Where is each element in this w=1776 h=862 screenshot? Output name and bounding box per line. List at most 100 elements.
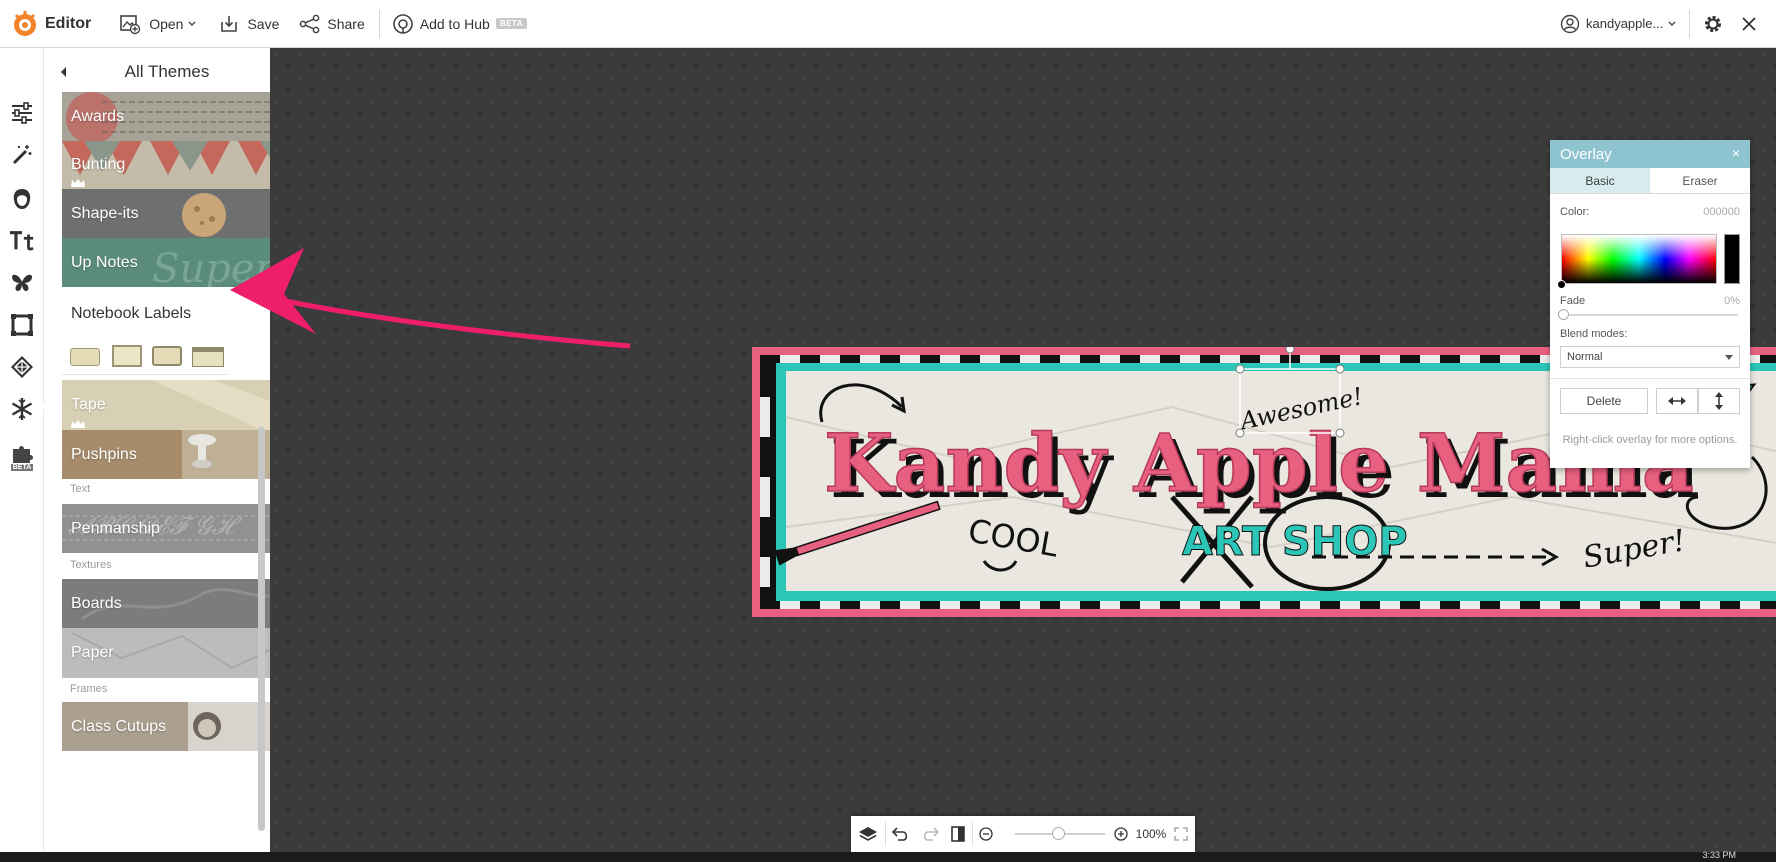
zoom-out-icon <box>979 827 993 841</box>
rail-item-overlays[interactable] <box>9 270 35 296</box>
theme-label: Tape <box>71 396 106 413</box>
compare-button[interactable] <box>944 816 972 852</box>
fullscreen-icon <box>1174 827 1188 841</box>
theme-paper[interactable]: Paper <box>62 628 270 678</box>
top-bar: Editor Open Save Share Add to Hub BETA k… <box>0 0 1776 48</box>
settings-button[interactable] <box>1702 0 1724 48</box>
texture-icon <box>11 356 33 378</box>
panel-header: All Themes <box>44 48 270 96</box>
color-picker-handle[interactable] <box>1557 280 1566 289</box>
rail-item-frames[interactable] <box>9 312 35 338</box>
panel-title: All Themes <box>124 62 210 81</box>
share-button[interactable]: Share <box>299 0 365 48</box>
flip-horizontal-icon <box>1668 397 1686 405</box>
fade-row: Fade 0% <box>1560 295 1740 307</box>
blend-mode-value: Normal <box>1567 351 1603 363</box>
fullscreen-button[interactable] <box>1169 816 1193 852</box>
zoom-slider-handle[interactable] <box>1052 827 1065 840</box>
callout-arrow <box>230 248 631 349</box>
redo-button[interactable] <box>916 816 944 852</box>
color-picker[interactable] <box>1561 234 1717 284</box>
redo-icon <box>923 827 939 841</box>
open-label: Open <box>149 15 184 32</box>
theme-awards[interactable]: Awards <box>62 92 270 141</box>
hub-label: Add to Hub <box>419 15 490 32</box>
flip-vertical-button[interactable] <box>1698 388 1740 414</box>
logo-icon <box>14 10 36 36</box>
save-icon <box>221 15 238 32</box>
open-button[interactable]: Open <box>119 0 197 48</box>
zoom-in-button[interactable] <box>1109 816 1133 852</box>
theme-label: Paper <box>71 644 114 661</box>
snowflake-icon <box>11 398 33 420</box>
banner-art: ART <box>1182 519 1270 565</box>
flip-vertical-icon <box>1715 392 1723 410</box>
delete-button[interactable]: Delete <box>1560 388 1648 414</box>
section-text[interactable]: Text <box>70 483 270 495</box>
magic-wand-icon <box>12 145 32 165</box>
rail-item-seasonal[interactable] <box>9 396 35 422</box>
hub-icon <box>392 13 413 34</box>
theme-class-cutups[interactable]: Class Cutups <box>62 702 270 751</box>
crown-icon <box>71 179 85 187</box>
save-button[interactable]: Save <box>219 0 279 48</box>
theme-shape-its[interactable]: Shape-its <box>62 189 270 238</box>
section-textures[interactable]: Textures <box>70 559 270 571</box>
puzzle-icon <box>13 446 33 463</box>
close-editor-button[interactable] <box>1740 0 1758 48</box>
back-arrow-icon[interactable] <box>58 66 70 78</box>
flip-horizontal-button[interactable] <box>1656 388 1698 414</box>
overlay-header: Overlay × <box>1550 140 1750 168</box>
theme-notebook-labels[interactable]: Notebook Labels <box>62 287 228 375</box>
layers-button[interactable] <box>851 816 885 852</box>
theme-tape[interactable]: Tape <box>62 380 270 430</box>
app-name: Editor <box>45 14 92 32</box>
label-sticker[interactable] <box>152 346 182 366</box>
theme-boards[interactable]: Boards <box>62 579 270 628</box>
panel-scrollbar[interactable] <box>258 427 265 831</box>
fade-slider[interactable] <box>1562 314 1738 316</box>
layers-icon <box>859 827 877 841</box>
theme-label: Shape-its <box>71 204 139 222</box>
blend-mode-select[interactable]: Normal <box>1560 346 1740 368</box>
theme-label: Class Cutups <box>71 717 167 735</box>
fade-label: Fade <box>1560 295 1586 307</box>
undo-button[interactable] <box>886 816 916 852</box>
chevron-down-icon <box>188 21 196 26</box>
fade-slider-handle[interactable] <box>1558 309 1569 320</box>
image-add-icon <box>120 14 141 34</box>
os-taskbar: 3:33 PM <box>0 850 1776 862</box>
add-to-hub-button[interactable]: Add to Hub BETA <box>392 0 527 48</box>
color-swatch[interactable] <box>1724 234 1740 284</box>
color-hex-value[interactable]: 000000 <box>1703 206 1740 218</box>
theme-label: Notebook Labels <box>71 305 192 322</box>
zoom-out-button[interactable] <box>973 816 999 852</box>
blend-row: Blend modes: <box>1560 328 1740 340</box>
rail-item-beta[interactable]: BETA <box>9 440 35 474</box>
theme-penmanship[interactable]: 𝓐𝓑𝓒 𝓓𝓔𝓕 𝓖𝓗 Penmanship <box>62 504 270 553</box>
theme-label: Pushpins <box>71 445 137 463</box>
face-icon <box>13 189 31 209</box>
overlay-panel: Overlay × Basic Eraser Color: 000000 Fad… <box>1550 140 1750 468</box>
overlay-close-button[interactable]: × <box>1732 145 1740 161</box>
section-frames[interactable]: Frames <box>70 683 270 695</box>
tab-basic[interactable]: Basic <box>1550 168 1650 193</box>
share-label: Share <box>327 15 365 32</box>
rail-item-touch-up[interactable] <box>9 186 35 212</box>
tab-eraser[interactable]: Eraser <box>1650 168 1750 193</box>
account-menu[interactable]: kandyapple... <box>1560 0 1677 48</box>
theme-pushpins[interactable]: Pushpins <box>62 430 270 479</box>
overlay-title: Overlay <box>1560 145 1612 163</box>
label-sticker[interactable] <box>70 348 100 366</box>
chevron-down-icon <box>1668 21 1676 26</box>
rail-item-text[interactable] <box>9 228 35 254</box>
bottom-toolbar: 100% <box>851 816 1195 852</box>
label-sticker[interactable] <box>112 345 142 367</box>
rail-item-textures[interactable] <box>9 354 35 380</box>
rail-item-adjust[interactable] <box>9 100 35 126</box>
section-label: Textures <box>70 559 112 571</box>
theme-bunting[interactable]: Bunting <box>62 141 270 189</box>
rail-item-effects[interactable] <box>9 142 35 168</box>
app-logo[interactable]: Editor <box>10 0 91 48</box>
label-sticker[interactable] <box>192 347 224 367</box>
